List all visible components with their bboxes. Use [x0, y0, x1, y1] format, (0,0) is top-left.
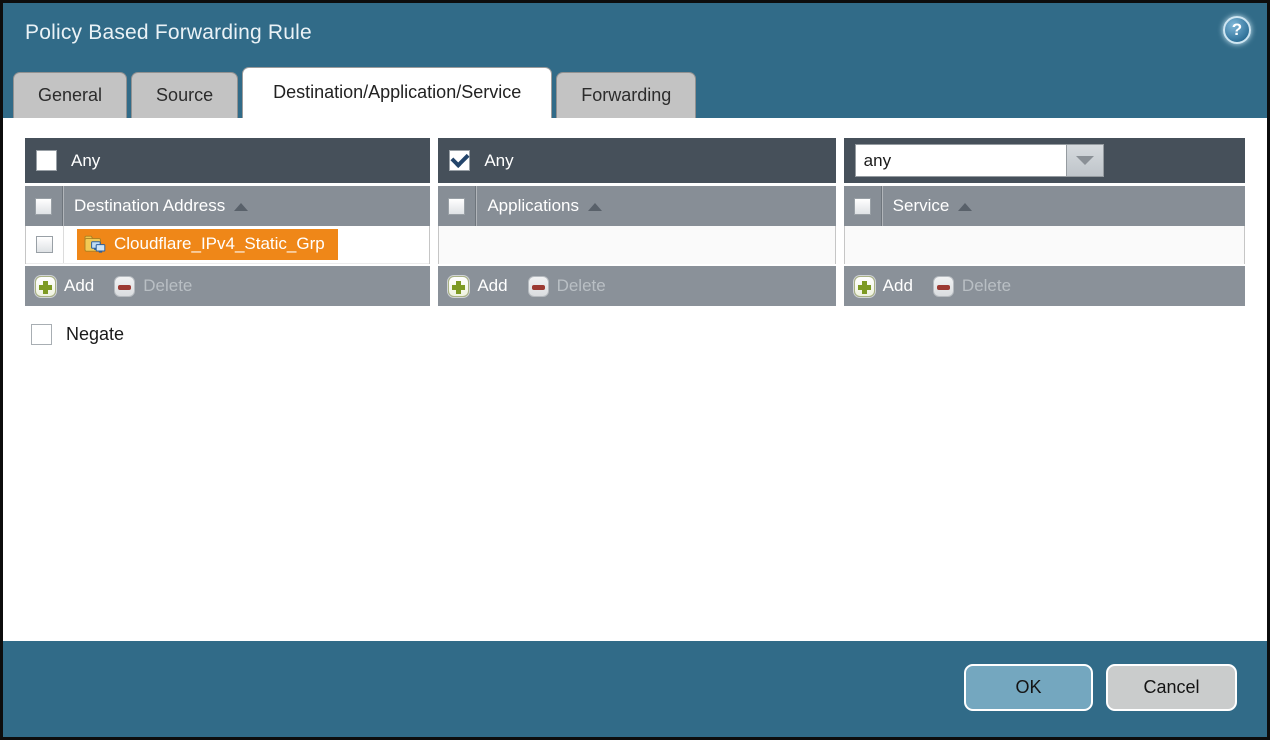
destination-row-checkbox[interactable]: [36, 236, 53, 253]
address-group-icon: [84, 235, 106, 253]
tab-general[interactable]: General: [13, 72, 127, 118]
dialog-footer: OK Cancel: [3, 641, 1267, 737]
applications-select-all-checkbox[interactable]: [448, 198, 465, 215]
destination-delete-button[interactable]: Delete: [114, 276, 192, 297]
applications-footer: Add Delete: [438, 264, 835, 306]
dialog-titlebar: Policy Based Forwarding Rule ?: [3, 3, 1267, 62]
tab-destination-application-service[interactable]: Destination/Application/Service: [242, 67, 552, 118]
applications-panel: Any Applications Add: [438, 138, 835, 306]
service-dropdown-input[interactable]: [855, 144, 1067, 177]
negate-checkbox[interactable]: [31, 324, 52, 345]
service-footer: Add Delete: [844, 264, 1245, 306]
policy-forwarding-dialog: Policy Based Forwarding Rule ? General S…: [0, 0, 1270, 740]
cancel-button[interactable]: Cancel: [1106, 664, 1237, 711]
service-combo: [855, 144, 1104, 177]
help-icon[interactable]: ?: [1223, 16, 1251, 44]
destination-any-checkbox[interactable]: [36, 150, 57, 171]
negate-row: Negate: [31, 324, 1245, 345]
add-icon: [448, 276, 469, 297]
applications-any-bar: Any: [438, 138, 835, 183]
destination-footer: Add Delete: [25, 264, 430, 306]
applications-column-header: Applications: [438, 183, 835, 226]
destination-column-label[interactable]: Destination Address: [74, 196, 225, 216]
service-dropdown-bar: [844, 138, 1245, 183]
applications-any-checkbox[interactable]: [449, 150, 470, 171]
columns-container: Any Destination Address: [25, 138, 1245, 306]
applications-any-label: Any: [484, 151, 513, 171]
service-select-all-checkbox[interactable]: [854, 198, 871, 215]
service-add-button[interactable]: Add: [854, 276, 913, 297]
applications-column-label[interactable]: Applications: [487, 196, 579, 216]
tab-forwarding[interactable]: Forwarding: [556, 72, 696, 118]
selected-address-chip[interactable]: Cloudflare_IPv4_Static_Grp: [77, 229, 338, 260]
applications-add-button[interactable]: Add: [448, 276, 507, 297]
service-delete-button[interactable]: Delete: [933, 276, 1011, 297]
destination-any-bar: Any: [25, 138, 430, 183]
delete-icon: [114, 276, 135, 297]
negate-label: Negate: [66, 324, 124, 345]
add-icon: [854, 276, 875, 297]
service-panel: Service Add Delete: [844, 138, 1245, 306]
destination-select-all-checkbox[interactable]: [35, 198, 52, 215]
chevron-down-icon: [1076, 156, 1094, 165]
sort-ascending-icon[interactable]: [234, 203, 248, 211]
destination-any-label: Any: [71, 151, 100, 171]
tab-source[interactable]: Source: [131, 72, 238, 118]
destination-add-button[interactable]: Add: [35, 276, 94, 297]
service-list: [844, 226, 1245, 264]
destination-column-header: Destination Address: [25, 183, 430, 226]
service-column-header: Service: [844, 183, 1245, 226]
service-column-label[interactable]: Service: [893, 196, 950, 216]
destination-address-panel: Any Destination Address: [25, 138, 430, 306]
applications-delete-button[interactable]: Delete: [528, 276, 606, 297]
ok-button[interactable]: OK: [964, 664, 1093, 711]
selected-address-label: Cloudflare_IPv4_Static_Grp: [114, 234, 325, 254]
delete-icon: [933, 276, 954, 297]
destination-list-item[interactable]: Cloudflare_IPv4_Static_Grp: [26, 226, 429, 264]
sort-ascending-icon[interactable]: [958, 203, 972, 211]
delete-icon: [528, 276, 549, 297]
sort-ascending-icon[interactable]: [588, 203, 602, 211]
add-icon: [35, 276, 56, 297]
applications-list: [438, 226, 835, 264]
tab-content: Any Destination Address: [3, 118, 1267, 641]
dialog-title: Policy Based Forwarding Rule: [25, 21, 312, 45]
destination-list: Cloudflare_IPv4_Static_Grp: [25, 226, 430, 264]
service-dropdown-button[interactable]: [1067, 144, 1104, 177]
tab-bar: General Source Destination/Application/S…: [3, 62, 1267, 118]
